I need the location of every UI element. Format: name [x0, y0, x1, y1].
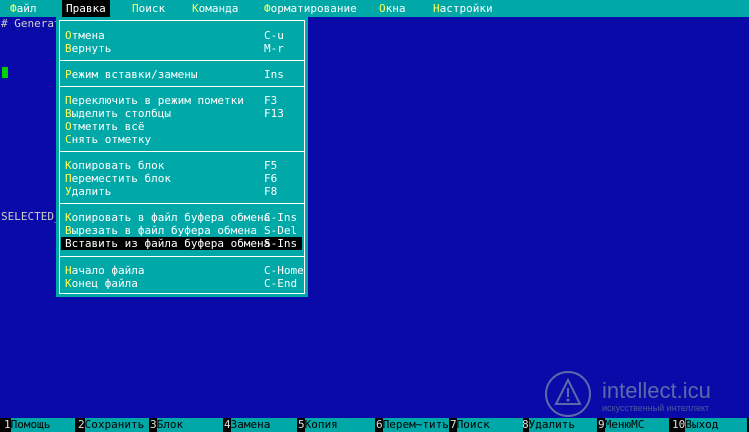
- shortcut: Ins: [264, 68, 284, 81]
- fkey-3-block[interactable]: 3Блок: [150, 418, 223, 432]
- menu-item-insert-overwrite[interactable]: Режим вставки/замены Ins: [61, 68, 302, 81]
- fkey-4-replace[interactable]: 4Замена: [224, 418, 297, 432]
- shortcut: M-r: [264, 42, 284, 55]
- menu-separator: [59, 203, 305, 204]
- fkey-8-delete[interactable]: 8Удалить: [522, 418, 597, 432]
- shortcut: F6: [264, 172, 278, 185]
- editor-line-1[interactable]: # Generat: [1, 17, 61, 30]
- fkey-1-help[interactable]: 1Помощь: [4, 418, 75, 432]
- text-cursor: [2, 67, 8, 78]
- watermark-subtext: искусственный интеллект: [602, 403, 710, 413]
- menu-item-move-block[interactable]: Переместить блок F6: [61, 172, 302, 185]
- menu-command[interactable]: Команда: [188, 0, 242, 17]
- shortcut: C-Home: [264, 264, 304, 277]
- menu-windows[interactable]: Окна: [375, 0, 410, 17]
- shortcut: S-Ins: [264, 237, 298, 250]
- shortcut: F13: [264, 107, 284, 120]
- shortcut: F5: [264, 159, 278, 172]
- menu-separator: [59, 151, 305, 152]
- menu-item-delete[interactable]: Удалить F8: [61, 185, 302, 198]
- shortcut: F8: [264, 185, 278, 198]
- menu-item-undo[interactable]: Отмена C-u: [61, 29, 302, 42]
- shortcut: C-u: [264, 29, 284, 42]
- menu-item-paste-from-clipfile[interactable]: Вставить из файла буфера обмена S-Ins: [61, 237, 302, 250]
- edit-menu-dropdown: Отмена C-u Вернуть M-r Режим вставки/замен…: [56, 17, 308, 297]
- menu-search[interactable]: Поиск: [128, 0, 169, 17]
- menu-item-toggle-mark[interactable]: Переключить в режим пометки F3: [61, 94, 302, 107]
- watermark-text: intellect.icu: [602, 378, 711, 403]
- menu-item-cut-to-clipfile[interactable]: Вырезать в файл буфера обмена S-Del: [61, 224, 302, 237]
- menu-item-redo[interactable]: Вернуть M-r: [61, 42, 302, 55]
- menu-format[interactable]: Форматирование: [260, 0, 361, 17]
- fkey-7-search[interactable]: 7Поиск: [450, 418, 523, 432]
- menu-bar: Файл Правка Поиск Команда Форматирование…: [0, 0, 749, 17]
- menu-item-copy-block[interactable]: Копировать блок F5: [61, 159, 302, 172]
- editor-line-2[interactable]: SELECTED_: [1, 210, 61, 223]
- shortcut: C-Ins: [264, 211, 298, 224]
- fkey-10-quit[interactable]: 10Выход: [672, 418, 748, 432]
- shortcut: F3: [264, 94, 278, 107]
- menu-item-beginning-of-file[interactable]: Начало файла C-Home: [61, 264, 304, 277]
- fkey-5-copy[interactable]: 5Копия: [298, 418, 375, 432]
- menu-edit[interactable]: Правка: [62, 0, 110, 17]
- dropdown-frame: [59, 20, 305, 294]
- fkey-6-move[interactable]: 6Перем~тить: [376, 418, 449, 432]
- menu-separator: [59, 256, 305, 257]
- menu-separator: [59, 60, 305, 61]
- menu-settings[interactable]: Настройки: [429, 0, 497, 17]
- menu-item-copy-to-clipfile[interactable]: Копировать в файл буфера обмена C-Ins: [61, 211, 302, 224]
- fkey-9-menu[interactable]: 9МенюMC: [598, 418, 669, 432]
- watermark: intellect.icu искусственный интеллект: [540, 370, 749, 418]
- shortcut: C-End: [264, 277, 298, 290]
- fkey-2-save[interactable]: 2Сохранить: [78, 418, 149, 432]
- function-key-bar: 1Помощь 2Сохранить 3Блок 4Замена 5Копия …: [0, 418, 749, 432]
- menu-file[interactable]: Файл: [6, 0, 41, 17]
- menu-separator: [59, 86, 305, 87]
- menu-item-mark-columns[interactable]: Выделить столбцы F13: [61, 107, 302, 120]
- menu-item-mark-all[interactable]: Отметить всё: [61, 120, 302, 133]
- shortcut: S-Del: [264, 224, 298, 237]
- watermark-logo-icon: [545, 371, 591, 417]
- menu-item-end-of-file[interactable]: Конец файла C-End: [61, 277, 302, 290]
- menu-item-unmark[interactable]: Снять отметку: [61, 133, 302, 146]
